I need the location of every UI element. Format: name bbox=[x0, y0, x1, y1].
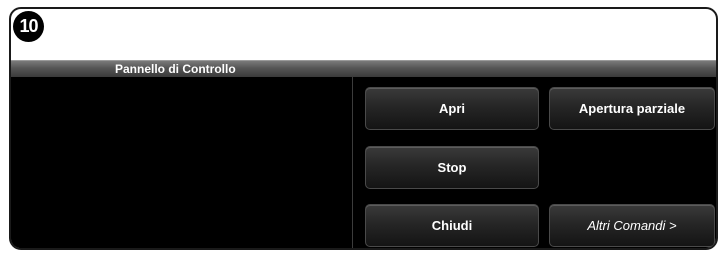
figure-frame: 10 Pannello di Controllo Apri Apertura p… bbox=[9, 7, 718, 250]
panel-title-bar: Pannello di Controllo bbox=[11, 60, 716, 77]
partial-open-button[interactable]: Apertura parziale bbox=[549, 87, 715, 130]
close-button[interactable]: Chiudi bbox=[365, 204, 539, 247]
stop-button[interactable]: Stop bbox=[365, 146, 539, 189]
control-panel: Apri Apertura parziale Stop Chiudi Altri… bbox=[11, 77, 716, 248]
open-button[interactable]: Apri bbox=[365, 87, 539, 130]
step-number-badge: 10 bbox=[13, 11, 44, 42]
step-number: 10 bbox=[19, 16, 38, 36]
more-commands-button[interactable]: Altri Comandi > bbox=[549, 204, 715, 247]
pane-divider bbox=[352, 77, 353, 248]
left-pane bbox=[11, 77, 352, 248]
panel-title: Pannello di Controllo bbox=[115, 62, 236, 76]
